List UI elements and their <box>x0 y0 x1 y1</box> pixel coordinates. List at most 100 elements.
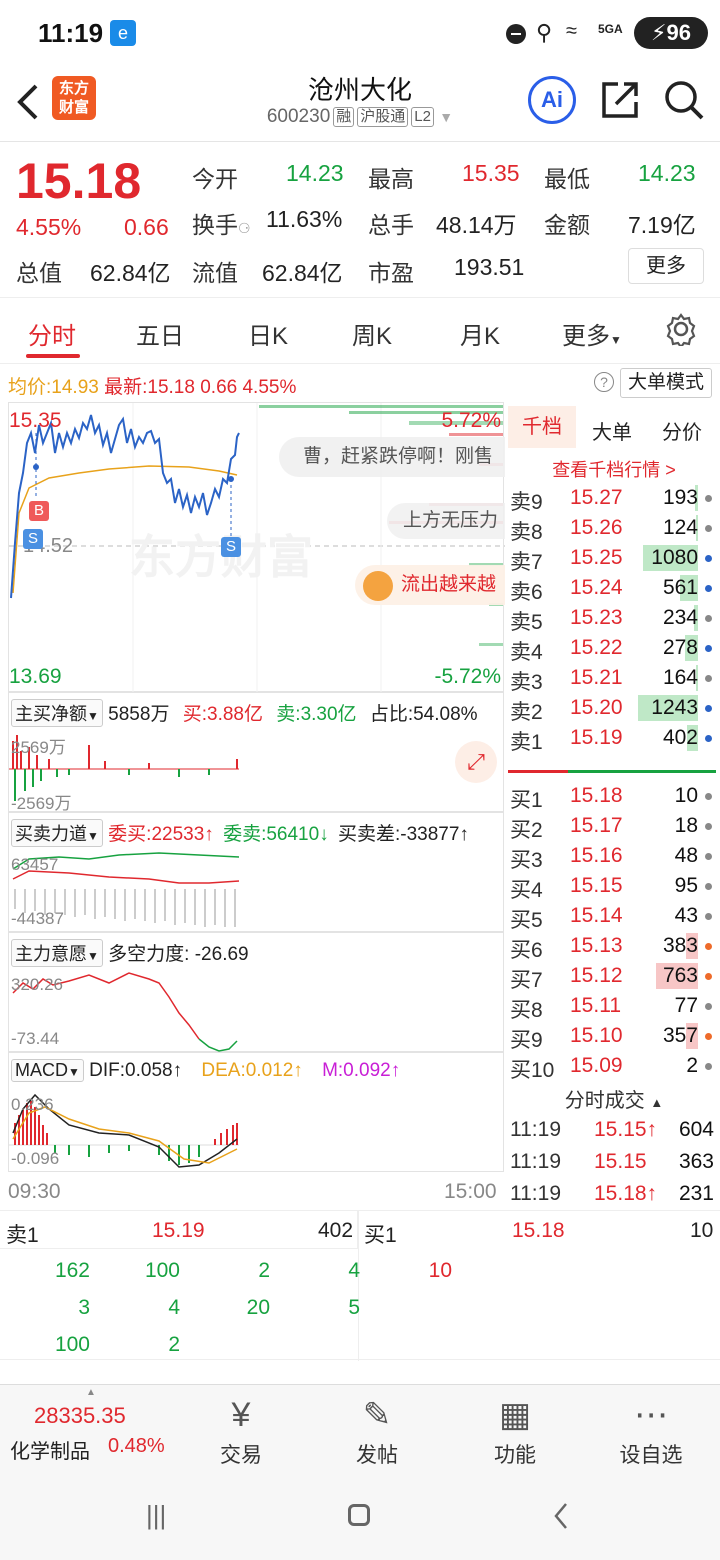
ask-level-row[interactable]: 卖1 15.19 402 <box>508 724 718 754</box>
nav-functions[interactable]: ▦ 功能 <box>460 1385 570 1469</box>
level-label: 卖5 <box>510 611 543 634</box>
buy-marker[interactable]: B <box>29 501 49 521</box>
stock-header: 东方 财富 沧州大化 600230 融沪股通 L2 ▼ Ai <box>0 66 720 142</box>
big-order-mode-button[interactable]: 大单模式 <box>620 368 712 398</box>
bid-level-row[interactable]: 买3 15.16 48 <box>508 842 718 872</box>
sell-marker[interactable]: S <box>221 537 241 557</box>
level-price: 15.26 <box>570 516 623 539</box>
share-icon[interactable] <box>596 76 644 124</box>
nav-trade[interactable]: ¥ 交易 <box>186 1385 296 1469</box>
tab-price-dist[interactable]: 分价 <box>662 416 702 445</box>
home-icon[interactable] <box>348 1504 370 1526</box>
ask-level-row[interactable]: 卖9 15.27 193 <box>508 484 718 514</box>
bid-level-row[interactable]: 买7 15.12 763 <box>508 962 718 992</box>
mktcap-label: 总值 <box>16 260 62 286</box>
expand-icon[interactable]: ⤢ <box>455 741 497 783</box>
level-label: 卖4 <box>510 641 543 664</box>
bid-level-row[interactable]: 买1 15.18 10 <box>508 782 718 812</box>
ask-level-row[interactable]: 卖8 15.26 124 <box>508 514 718 544</box>
level-label: 买3 <box>510 849 543 872</box>
nav-add-watch[interactable]: ⋯ 设自选 <box>596 1385 706 1469</box>
bid-level-row[interactable]: 买6 15.13 383 <box>508 932 718 962</box>
axis-bottom: -2569万 <box>11 794 72 813</box>
macd-dif: DIF:0.058↑ <box>89 1060 183 1081</box>
tab-big-orders[interactable]: 大单 <box>592 416 632 445</box>
tab-monthly[interactable]: 月K <box>460 316 500 351</box>
macd-m: M:0.092↑ <box>322 1060 401 1081</box>
status-bar: 11:19 e ⚲ ≈ 5GA ⚡96 <box>0 0 720 66</box>
more-button[interactable]: 更多 <box>628 248 704 284</box>
view-levels-link[interactable]: 查看千档行情 > <box>508 456 720 482</box>
tab-weekly[interactable]: 周K <box>352 316 392 351</box>
back-nav-icon[interactable] <box>552 1502 570 1530</box>
level-indicator-dot <box>705 853 712 860</box>
level-volume: 383 <box>662 934 698 957</box>
bid-level-row[interactable]: 买2 15.17 18 <box>508 812 718 842</box>
axis-top: 63457 <box>11 855 59 874</box>
main-force-panel[interactable]: 主力意愿▼ 多空力度: -26.69 320.26 -73.44 <box>8 932 504 1052</box>
ask-level-row[interactable]: 卖5 15.23 234 <box>508 604 718 634</box>
comment-bubble[interactable]: 上方无压力 <box>387 503 505 539</box>
indicator-select[interactable]: 主力意愿▼ <box>11 939 103 967</box>
ask-label: 委卖: <box>223 824 267 845</box>
bid-level-row[interactable]: 买8 15.11 77 <box>508 992 718 1022</box>
settings-gear-icon[interactable] <box>664 312 698 346</box>
indicator-select[interactable]: 买卖力道▼ <box>11 819 103 847</box>
level-volume: 234 <box>662 606 698 629</box>
ask-level-row[interactable]: 卖7 15.25 1080 <box>508 544 718 574</box>
axis-bottom: -73.44 <box>11 1029 60 1048</box>
mascot-icon <box>363 571 393 601</box>
tab-more[interactable]: 更多▼ <box>562 316 622 351</box>
level-indicator-dot <box>705 585 712 592</box>
last-label: 最新: <box>104 377 148 398</box>
level-indicator-dot <box>705 495 712 502</box>
edit-icon: ✎ <box>362 1396 392 1434</box>
ask-level-row[interactable]: 卖3 15.21 164 <box>508 664 718 694</box>
recent-apps-icon[interactable]: ||| <box>146 1500 166 1531</box>
bid-level-row[interactable]: 买9 15.10 357 <box>508 1022 718 1052</box>
intraday-chart[interactable]: 东方财富 15.35 14.52 13.69 5.72% -5.72% B S … <box>8 402 505 693</box>
index-pct[interactable]: 0.48% <box>108 1435 165 1458</box>
grid-icon: ▦ <box>498 1396 532 1434</box>
tag-level2[interactable]: L2 <box>411 107 434 127</box>
chevron-down-icon[interactable]: ▼ <box>439 109 453 125</box>
level-label: 买9 <box>510 1029 543 1052</box>
level-volume: 2 <box>686 1054 698 1077</box>
bid-level-row[interactable]: 买4 15.15 95 <box>508 872 718 902</box>
search-icon[interactable] <box>660 76 708 124</box>
nav-post[interactable]: ✎ 发帖 <box>322 1385 432 1469</box>
bid-ask-ratio-bar <box>508 770 568 773</box>
tab-thousand-levels[interactable]: 千档 <box>508 406 576 448</box>
buy-sell-force-panel[interactable]: 买卖力道▼ 委买:22533↑ 委卖:56410↓ 买卖差:-33877↑ 63… <box>8 812 504 932</box>
level-price: 15.25 <box>570 546 623 569</box>
level-indicator-dot <box>705 555 712 562</box>
index-value[interactable]: 28335.35 <box>34 1403 126 1429</box>
indicator-select[interactable]: MACD▼ <box>11 1059 84 1082</box>
trades-title[interactable]: 分时成交 ▲ <box>508 1084 720 1113</box>
comment-bubble[interactable]: 曹，赶紧跌停啊！刚售 <box>279 437 505 477</box>
tab-daily[interactable]: 日K <box>248 316 288 351</box>
turnover-label[interactable]: 换手⚆ <box>192 206 251 240</box>
bid-level-row[interactable]: 买10 15.09 2 <box>508 1052 718 1082</box>
stock-code: 600230 <box>266 106 331 127</box>
level-volume: 357 <box>662 1024 698 1047</box>
tab-intraday[interactable]: 分时 <box>28 316 76 351</box>
ask-level-row[interactable]: 卖6 15.24 561 <box>508 574 718 604</box>
indicator-select[interactable]: 主买净额▼ <box>11 699 103 727</box>
ask-level-row[interactable]: 卖4 15.22 278 <box>508 634 718 664</box>
help-icon[interactable]: ? <box>594 372 614 392</box>
order-book: 千档 大单 分价 查看千档行情 > 卖9 15.27 193 卖8 15.26 124 卖7… <box>508 402 720 1210</box>
queue-ask-price: 15.19 <box>152 1219 205 1242</box>
tab-5day[interactable]: 五日 <box>136 316 184 351</box>
macd-panel[interactable]: MACD▼ DIF:0.058↑ DEA:0.012↑ M:0.092↑ 0.2… <box>8 1052 504 1172</box>
pe-label: 市盈 <box>368 260 414 286</box>
net-buy-panel[interactable]: 主买净额▼ 5858万 买:3.88亿 卖:3.30亿 占比:54.08% 25… <box>8 692 504 813</box>
force-chart <box>12 852 240 927</box>
axis-bottom: -0.096 <box>11 1149 60 1168</box>
bid-level-row[interactable]: 买5 15.14 43 <box>508 902 718 932</box>
avg-value: 14.93 <box>51 377 99 398</box>
level-volume: 48 <box>674 844 698 867</box>
ai-icon[interactable]: Ai <box>528 76 576 124</box>
ask-level-row[interactable]: 卖2 15.20 1243 <box>508 694 718 724</box>
sell-marker[interactable]: S <box>23 529 43 549</box>
